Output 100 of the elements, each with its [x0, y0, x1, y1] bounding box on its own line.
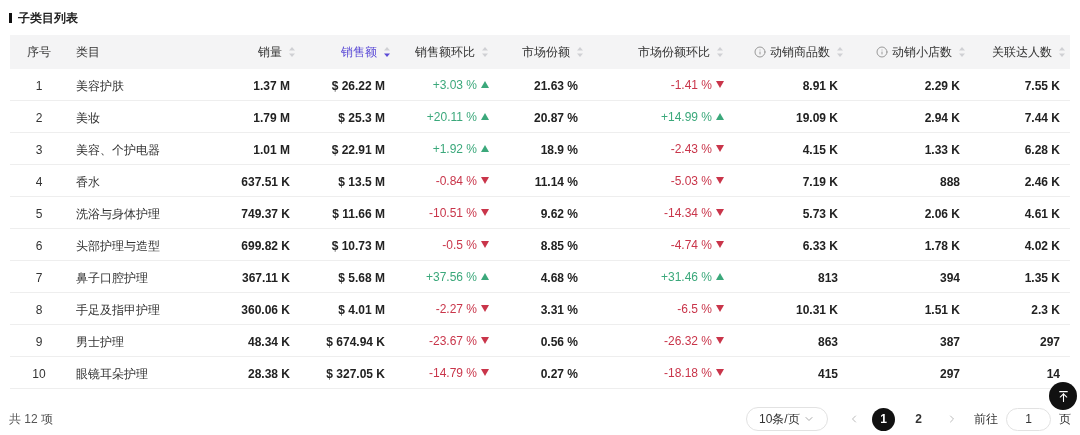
- up-triangle-icon: [481, 145, 489, 152]
- title-bar-accent: [9, 12, 12, 23]
- section-title: 子类目列表: [18, 9, 78, 27]
- table-cell: 11.14 %: [534, 174, 578, 189]
- goto-label: 前往: [974, 411, 998, 428]
- row-number: 1: [35, 78, 43, 93]
- table-cell: 14: [1046, 366, 1060, 381]
- table-cell: 415: [817, 366, 838, 381]
- down-triangle-icon: [716, 337, 724, 344]
- column-header[interactable]: 销售额: [341, 43, 391, 61]
- table-cell: 1.33 K: [924, 142, 960, 157]
- table-cell: 6.33 K: [802, 238, 838, 253]
- total-count: 共 12 项: [9, 411, 53, 428]
- page-button[interactable]: 2: [907, 407, 930, 431]
- column-header[interactable]: 关联达人数: [992, 43, 1066, 61]
- down-triangle-icon: [481, 369, 489, 376]
- change-value: +20.11 %: [426, 108, 477, 126]
- table-cell: 367.11 K: [241, 270, 290, 285]
- table-cell: 6.28 K: [1024, 142, 1060, 157]
- row-number: 6: [35, 238, 43, 253]
- table-cell: $ 327.05 K: [326, 366, 385, 381]
- page-size-select[interactable]: 10条/页: [746, 407, 828, 431]
- table-cell: 4.61 K: [1024, 206, 1060, 221]
- category-name: 美容、个护电器: [76, 142, 160, 157]
- table-cell: 4.15 K: [802, 142, 838, 157]
- column-header[interactable]: 动销小店数: [876, 43, 966, 61]
- table-cell: $ 10.73 M: [331, 238, 385, 253]
- table-cell: $ 5.68 M: [338, 270, 385, 285]
- page-suffix: 页: [1059, 411, 1071, 428]
- table-cell: 48.34 K: [247, 334, 290, 349]
- info-icon[interactable]: [876, 46, 888, 58]
- column-header[interactable]: 动销商品数: [754, 43, 844, 61]
- change-value: -23.67 %: [428, 332, 477, 350]
- row-number: 3: [35, 142, 43, 157]
- arrow-to-top-icon: [1056, 389, 1070, 403]
- down-triangle-icon: [716, 177, 724, 184]
- down-triangle-icon: [481, 305, 489, 312]
- change-value: -2.43 %: [670, 140, 712, 158]
- column-header[interactable]: 市场份额环比: [638, 43, 724, 61]
- table-cell: 28.38 K: [247, 366, 290, 381]
- change-value: -0.5 %: [442, 236, 477, 254]
- change-value: -26.32 %: [663, 332, 712, 350]
- down-triangle-icon: [481, 209, 489, 216]
- category-name: 头部护理与造型: [76, 238, 160, 253]
- table-cell: 2.06 K: [924, 206, 960, 221]
- table-cell: 2.3 K: [1031, 302, 1060, 317]
- up-triangle-icon: [481, 113, 489, 120]
- table-cell: $ 11.66 M: [332, 206, 385, 221]
- table-cell: $ 25.3 M: [338, 110, 385, 125]
- column-header[interactable]: 销售额环比: [415, 43, 489, 61]
- row-number: 8: [35, 302, 43, 317]
- sort-icon[interactable]: [383, 46, 391, 58]
- info-icon[interactable]: [754, 46, 766, 58]
- category-name: 鼻子口腔护理: [76, 270, 148, 285]
- table-cell: 1.37 M: [253, 78, 290, 93]
- down-triangle-icon: [716, 369, 724, 376]
- table-cell: 21.63 %: [533, 78, 578, 93]
- category-name: 男士护理: [76, 334, 124, 349]
- change-value: +37.56 %: [425, 268, 477, 286]
- table-cell: 19.09 K: [795, 110, 838, 125]
- table-cell: 10.31 K: [795, 302, 838, 317]
- change-value: -0.84 %: [435, 172, 477, 190]
- table-cell: 637.51 K: [241, 174, 290, 189]
- table-cell: 8.85 %: [540, 238, 578, 253]
- table-cell: 7.55 K: [1024, 78, 1060, 93]
- table-cell: 18.9 %: [540, 142, 578, 157]
- table-cell: 7.44 K: [1024, 110, 1060, 125]
- table-cell: 749.37 K: [241, 206, 290, 221]
- category-name: 香水: [76, 174, 100, 189]
- change-value: +3.03 %: [432, 76, 477, 94]
- change-value: -2.27 %: [435, 300, 477, 318]
- table-cell: 1.35 K: [1024, 270, 1060, 285]
- down-triangle-icon: [716, 305, 724, 312]
- page-input[interactable]: 1: [1006, 407, 1051, 431]
- table-cell: 360.06 K: [241, 302, 290, 317]
- table-cell: 2.46 K: [1024, 174, 1060, 189]
- change-value: -6.5 %: [677, 300, 712, 318]
- category-name: 眼镜耳朵护理: [76, 366, 148, 381]
- table-cell: 7.19 K: [802, 174, 838, 189]
- up-triangle-icon: [716, 273, 724, 280]
- change-value: -4.74 %: [670, 236, 712, 254]
- table-cell: 0.56 %: [540, 334, 578, 349]
- change-value: -5.03 %: [670, 172, 712, 190]
- page-button[interactable]: 1: [872, 407, 895, 431]
- table-cell: 699.82 K: [241, 238, 290, 253]
- table-cell: 888: [939, 174, 960, 189]
- column-header: 类目: [76, 44, 100, 61]
- table-cell: 394: [939, 270, 960, 285]
- row-number: 2: [35, 110, 43, 125]
- change-value: -14.79 %: [428, 364, 477, 382]
- column-header[interactable]: 市场份额: [522, 43, 584, 61]
- category-name: 手足及指甲护理: [76, 302, 160, 317]
- down-triangle-icon: [481, 177, 489, 184]
- table-cell: 1.78 K: [924, 238, 960, 253]
- change-value: -14.34 %: [663, 204, 712, 222]
- back-to-top-button[interactable]: [1049, 382, 1077, 410]
- table-cell: 9.62 %: [540, 206, 578, 221]
- column-header[interactable]: 销量: [258, 43, 296, 61]
- row-number: 9: [35, 334, 43, 349]
- down-triangle-icon: [481, 337, 489, 344]
